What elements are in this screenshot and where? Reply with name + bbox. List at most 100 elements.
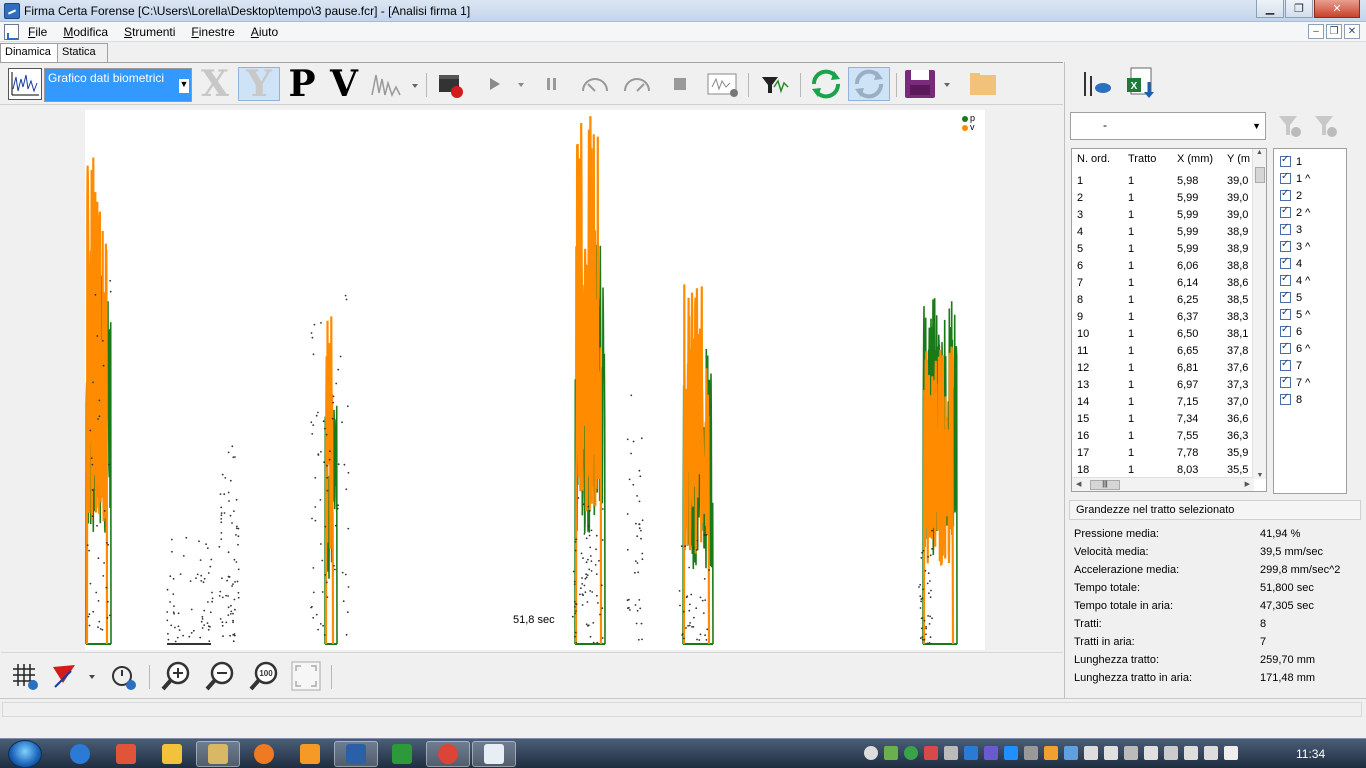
graph-type-select[interactable]: Grafico dati biometrici ▼ xyxy=(44,68,192,102)
scroll-thumb[interactable]: ||| xyxy=(1090,480,1120,490)
zoom-in-icon[interactable] xyxy=(159,659,193,693)
stroke-toggle[interactable]: 1 ^ xyxy=(1280,170,1310,187)
checkbox[interactable] xyxy=(1280,222,1291,235)
table-row[interactable]: 17 1 7,78 35,9 xyxy=(1072,445,1252,462)
stroke-toggle[interactable]: 3 ^ xyxy=(1280,238,1310,255)
stroke-toggle[interactable]: 3 xyxy=(1280,221,1302,238)
table-row[interactable]: 14 1 7,15 37,0 xyxy=(1072,394,1252,411)
green-flag-icon[interactable] xyxy=(380,741,424,767)
mdi-close-button[interactable]: ✕ xyxy=(1344,24,1360,39)
document-icon[interactable] xyxy=(4,24,19,40)
filter-signal-icon[interactable] xyxy=(756,67,794,101)
table-row[interactable]: 4 1 5,99 38,9 xyxy=(1072,224,1252,241)
export-excel-icon[interactable]: X xyxy=(1123,66,1159,100)
table-row[interactable]: 15 1 7,34 36,6 xyxy=(1072,411,1252,428)
save-dropdown-button[interactable] xyxy=(902,67,958,101)
table-row[interactable]: 6 1 6,06 38,8 xyxy=(1072,258,1252,275)
chrome-icon[interactable] xyxy=(426,741,470,767)
stroke-toggle[interactable]: 2 xyxy=(1280,187,1302,204)
refresh-icon[interactable] xyxy=(806,67,846,101)
tray-icon[interactable] xyxy=(964,746,978,760)
mdi-restore-button[interactable]: ❐ xyxy=(1326,24,1342,39)
stroke-toggle[interactable]: 6 ^ xyxy=(1280,340,1310,357)
scroll-left-arrow[interactable]: ◀ xyxy=(1076,480,1081,488)
tray-icon[interactable] xyxy=(1184,746,1198,760)
tray-icon[interactable] xyxy=(1124,746,1138,760)
minimize-button[interactable]: ▁ xyxy=(1256,0,1284,18)
scroll-thumb[interactable] xyxy=(1255,167,1265,183)
zoom-100-icon[interactable]: 100 xyxy=(247,659,281,693)
horizontal-scrollbar[interactable]: ◀ ||| ▶ xyxy=(1072,477,1254,491)
checkbox[interactable] xyxy=(1280,273,1291,286)
table-row[interactable]: 13 1 6,97 37,3 xyxy=(1072,377,1252,394)
firefox-icon[interactable] xyxy=(242,741,286,767)
checkbox[interactable] xyxy=(1280,154,1291,167)
stroke-toggle[interactable]: 6 xyxy=(1280,323,1302,340)
tray-icon[interactable] xyxy=(1004,746,1018,760)
media-player-icon[interactable] xyxy=(288,741,332,767)
checkbox[interactable] xyxy=(1280,324,1291,337)
pressure-button[interactable]: P xyxy=(284,66,320,102)
stroke-toggle[interactable]: 4 xyxy=(1280,255,1302,272)
menu-item-1[interactable]: Modifica xyxy=(63,25,108,39)
menu-item-3[interactable]: Finestre xyxy=(191,25,234,39)
tray-icon[interactable] xyxy=(1144,746,1158,760)
table-row[interactable]: 10 1 6,50 38,1 xyxy=(1072,326,1252,343)
column-header-y[interactable]: Y (m xyxy=(1227,153,1250,165)
menu-item-4[interactable]: Aiuto xyxy=(251,25,278,39)
volume-icon[interactable] xyxy=(1164,746,1178,760)
firma-certa-forense-taskbar-icon[interactable] xyxy=(472,741,516,767)
waveform-dropdown-button[interactable] xyxy=(370,67,420,101)
points-table[interactable]: N. ord. Tratto X (mm) Y (m 1 1 5,98 39,0 2 1 5… xyxy=(1071,148,1267,492)
column-header-n-ord[interactable]: N. ord. xyxy=(1077,153,1110,165)
record-video-icon[interactable] xyxy=(436,67,466,101)
table-row[interactable]: 9 1 6,37 38,3 xyxy=(1072,309,1252,326)
checkbox[interactable] xyxy=(1280,239,1291,252)
stroke-toggle[interactable]: 7 xyxy=(1280,357,1302,374)
checkbox[interactable] xyxy=(1280,341,1291,354)
checkbox[interactable] xyxy=(1280,358,1291,371)
tab-statica[interactable]: Statica xyxy=(58,43,108,62)
chart-canvas[interactable]: p v 51,8 sec xyxy=(85,110,985,650)
menu-item-2[interactable]: Strumenti xyxy=(124,25,175,39)
checkbox[interactable] xyxy=(1280,188,1291,201)
media-app-icon[interactable] xyxy=(104,741,148,767)
checkbox[interactable] xyxy=(1280,392,1291,405)
fit-to-window-icon[interactable] xyxy=(289,659,323,693)
scroll-up-arrow[interactable]: ▲ xyxy=(1253,149,1266,156)
network-icon[interactable] xyxy=(1084,746,1098,760)
close-button[interactable]: ✕ xyxy=(1314,0,1360,18)
stroke-toggle[interactable]: 5 xyxy=(1280,289,1302,306)
scroll-down-arrow[interactable]: ▼ xyxy=(1253,472,1266,479)
table-row[interactable]: 16 1 7,55 36,3 xyxy=(1072,428,1252,445)
tray-icon[interactable] xyxy=(1044,746,1058,760)
tray-icon[interactable] xyxy=(1064,746,1078,760)
stroke-toggle[interactable]: 7 ^ xyxy=(1280,374,1310,391)
filter-pen-icon[interactable] xyxy=(1077,66,1117,100)
checkbox[interactable] xyxy=(1280,375,1291,388)
tray-icon[interactable] xyxy=(864,746,878,760)
table-row[interactable]: 1 1 5,98 39,0 xyxy=(1072,173,1252,190)
app-icon-yellow[interactable] xyxy=(150,741,194,767)
clock[interactable]: 11:34 xyxy=(1296,747,1325,761)
menu-item-0[interactable]: File xyxy=(28,25,47,39)
slow-speed-gauge-icon[interactable] xyxy=(578,67,612,101)
checkbox[interactable] xyxy=(1280,290,1291,303)
column-header-x[interactable]: X (mm) xyxy=(1177,153,1213,165)
signal-frame-icon[interactable] xyxy=(704,67,742,101)
scroll-right-arrow[interactable]: ▶ xyxy=(1245,480,1250,488)
table-row[interactable]: 2 1 5,99 39,0 xyxy=(1072,190,1252,207)
pen-color-dropdown-button[interactable] xyxy=(49,659,101,693)
x-axis-button[interactable]: X xyxy=(196,66,234,102)
checkbox[interactable] xyxy=(1280,171,1291,184)
word-icon[interactable] xyxy=(334,741,378,767)
tray-icon[interactable] xyxy=(884,746,898,760)
start-button[interactable] xyxy=(8,740,42,768)
stop-icon[interactable] xyxy=(666,67,694,101)
table-row[interactable]: 12 1 6,81 37,6 xyxy=(1072,360,1252,377)
checkbox[interactable] xyxy=(1280,256,1291,269)
checkbox[interactable] xyxy=(1280,307,1291,320)
stroke-toggle[interactable]: 4 ^ xyxy=(1280,272,1310,289)
folder-icon[interactable] xyxy=(966,67,1002,101)
grid-toggle-icon[interactable] xyxy=(7,659,41,693)
